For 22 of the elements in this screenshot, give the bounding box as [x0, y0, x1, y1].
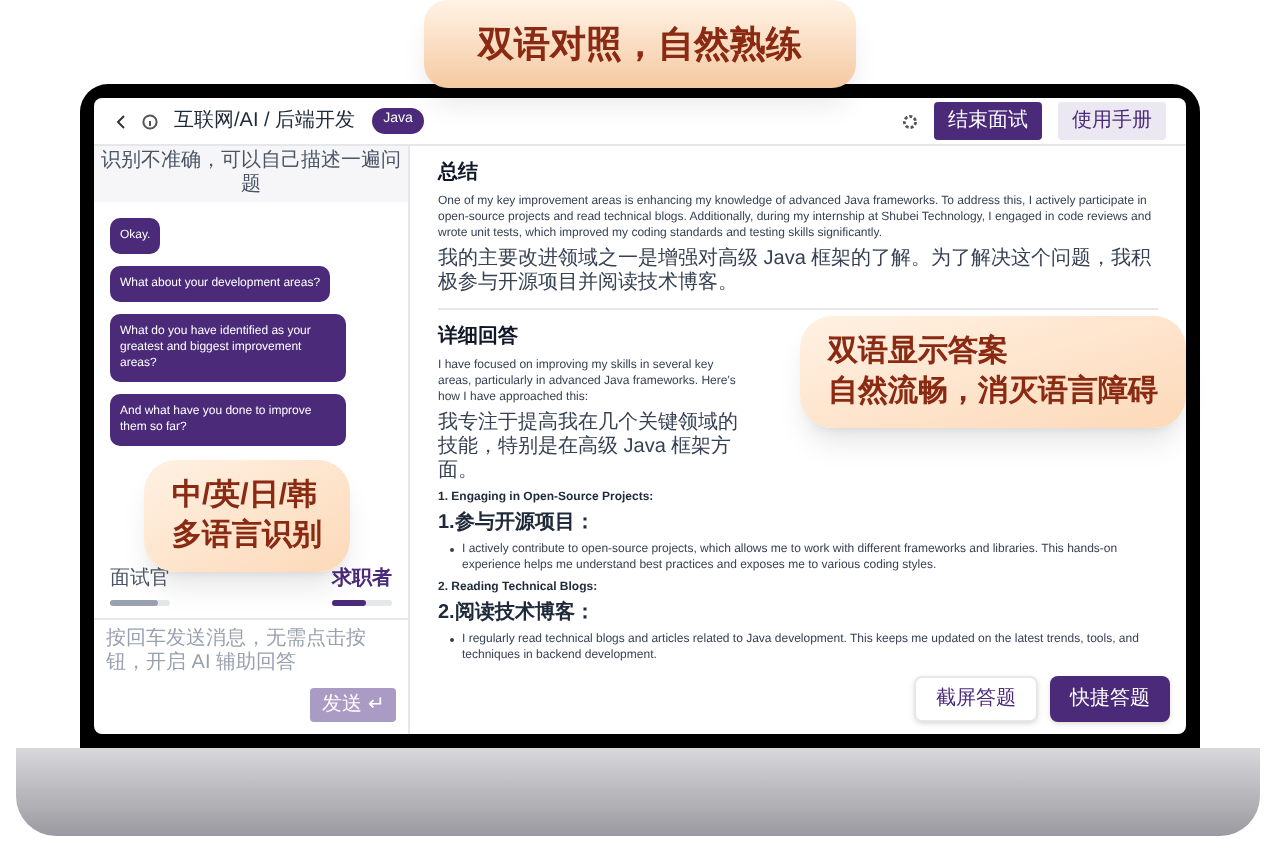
answer-button[interactable]: 截屏答题	[914, 676, 1038, 722]
callout-text: 自然流畅，消灭语言障碍	[828, 372, 1158, 412]
callout-text: 双语显示答案	[828, 332, 1010, 372]
section-heading: 总结	[438, 159, 478, 188]
header-button[interactable]: 结束面试	[934, 102, 1042, 140]
header-button[interactable]: 使用手册	[1058, 102, 1166, 140]
info-icon[interactable]	[142, 113, 158, 129]
callout-text: 中/英/日/韩	[172, 476, 320, 516]
section-heading: 详细回答	[438, 322, 518, 352]
callout-text: 多语言识别	[172, 516, 322, 556]
settings-icon[interactable]	[902, 113, 918, 129]
answer-subheading: 2.阅读技术博客：	[438, 602, 597, 626]
answer-subheading: 1.参与开源项目：	[438, 512, 597, 536]
answer-button[interactable]: 快捷答题	[1050, 676, 1170, 722]
banner-text: 双语对照，自然熟练	[478, 21, 802, 67]
notice-bar: 识别不准确，可以自己描述一遍问题	[94, 146, 408, 202]
answer-paragraph: 我的主要改进领域之一是增强对高级 Java 框架的了解。为了解决这个问题，我积极参与开源项目并阅读技术博客。	[438, 248, 1154, 296]
interview-title: 互联网/AI / 后端开发	[174, 107, 356, 136]
speaker-tab[interactable]: 求职者	[332, 564, 392, 594]
speaker-tab[interactable]: 面试官	[110, 564, 190, 594]
back-icon[interactable]	[114, 113, 126, 129]
answer-paragraph: 我专注于提高我在几个关键领域的技能，特别是在高级 Java 框架方面。	[438, 412, 738, 484]
